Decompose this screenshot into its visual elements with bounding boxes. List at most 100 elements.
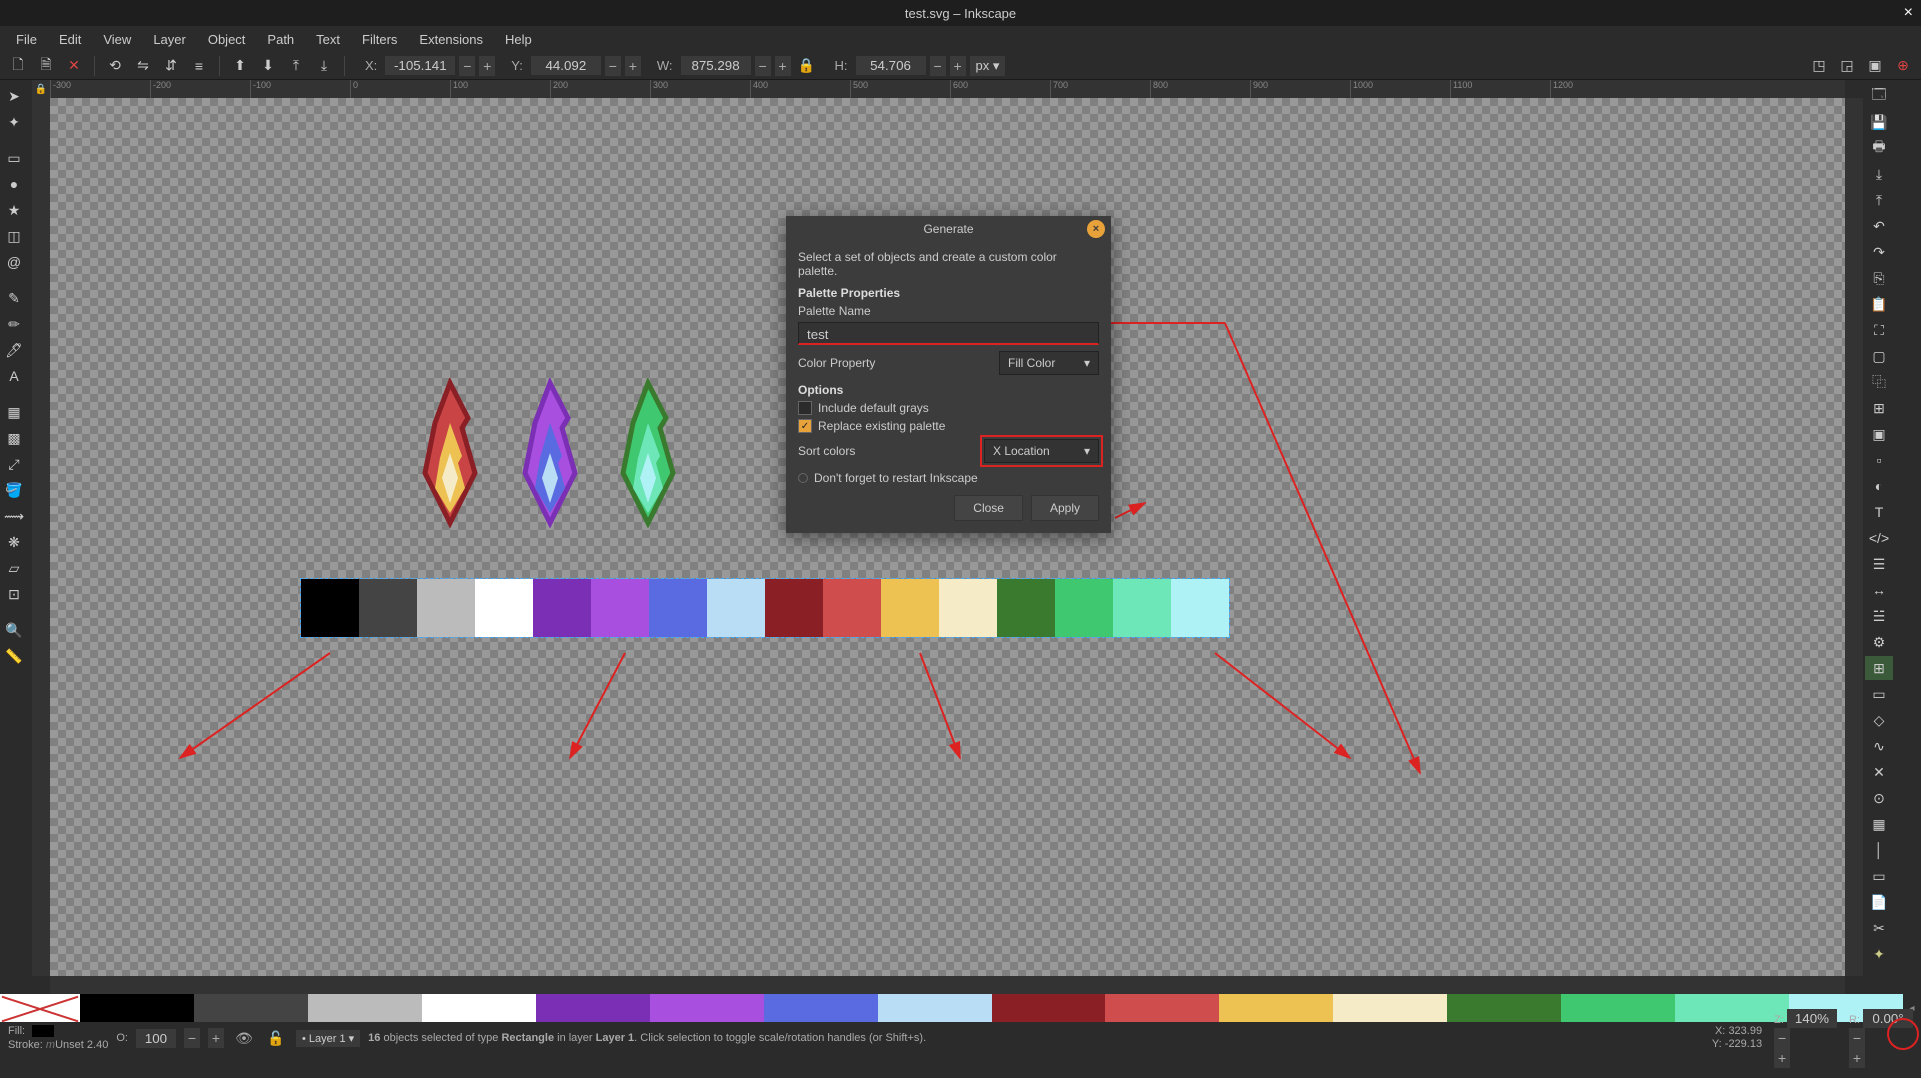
swatch[interactable] [823,579,881,637]
fill-swatch[interactable] [32,1025,54,1037]
swatch[interactable] [939,579,997,637]
snap-page-icon[interactable]: ▭ [1865,864,1893,888]
xml-icon[interactable]: </> [1865,526,1893,550]
print-icon[interactable]: 🖶 [1865,136,1893,160]
swatch[interactable] [881,579,939,637]
dialog-apply-btn[interactable]: Apply [1031,495,1099,521]
swatch[interactable] [475,579,533,637]
sort-colors-select[interactable]: X Location▾ [984,439,1099,463]
text-tool-icon[interactable]: A [0,364,28,388]
units-select[interactable]: px ▾ [970,56,1006,76]
swatch[interactable] [1171,579,1229,637]
h-input[interactable] [856,56,926,75]
zoom-fit-icon[interactable]: ⛶ [1865,318,1893,342]
raise-top-icon[interactable]: ⤒ [284,54,308,78]
dialog-close-btn[interactable]: Close [954,495,1023,521]
palette-name-input[interactable] [798,322,1099,345]
menu-view[interactable]: View [93,29,141,50]
zoom-input[interactable] [1787,1009,1837,1028]
fill-stroke-icon[interactable]: ◐ [1865,474,1893,498]
snap-bbox-icon[interactable]: ▭ [1865,682,1893,706]
palette-swatch[interactable] [1447,994,1561,1022]
scrollbar-vertical[interactable] [1845,98,1863,976]
stroke-value[interactable]: Unset [55,1039,84,1051]
mesh-tool-icon[interactable]: ▩ [0,426,28,450]
group-icon[interactable]: ▣ [1865,422,1893,446]
menu-path[interactable]: Path [257,29,304,50]
corner-icon[interactable]: ◲ [1835,54,1859,78]
palette-swatch[interactable] [1561,994,1675,1022]
snap-guide-icon[interactable]: │ [1865,838,1893,862]
flip-h-icon[interactable]: ⇋ [131,54,155,78]
snap-path-icon[interactable]: ∿ [1865,734,1893,758]
zoom-plus[interactable]: + [1774,1048,1790,1068]
connector-tool-icon[interactable]: ⊡ [0,582,28,606]
snap-node-icon[interactable]: ◇ [1865,708,1893,732]
ruler-horizontal[interactable]: -300-200-1000100200300400500600700800900… [50,80,1845,98]
x-input[interactable] [385,56,455,75]
layer-lock-icon[interactable]: 🔓 [264,1026,288,1050]
duplicate-icon[interactable]: ⿻ [1865,370,1893,394]
star-tool-icon[interactable]: ★ [0,198,28,222]
rot-minus[interactable]: − [1849,1028,1865,1048]
spiral-tool-icon[interactable]: @ [0,250,28,274]
h-plus-button[interactable]: + [950,56,966,76]
lower-bottom-icon[interactable]: ⤓ [312,54,336,78]
swatch[interactable] [765,579,823,637]
window-close-button[interactable]: × [1904,4,1913,22]
layer-select[interactable]: • Layer 1 ▾ [296,1030,360,1047]
dialog-close-button[interactable]: × [1087,220,1105,238]
move-icon[interactable]: ⊕ [1891,54,1915,78]
flame-purple[interactable] [510,378,590,528]
menu-help[interactable]: Help [495,29,542,50]
menu-object[interactable]: Object [198,29,256,50]
swatch-selection[interactable] [300,578,1230,638]
y-minus-button[interactable]: − [605,56,621,76]
node-tool-icon[interactable]: ✦ [0,110,28,134]
zoom-minus[interactable]: − [1774,1028,1790,1048]
guide-lock-icon[interactable]: 🔒 [32,80,50,98]
snap-center-icon[interactable]: ⊙ [1865,786,1893,810]
scrollbar-horizontal[interactable] [50,976,1845,994]
w-plus-button[interactable]: + [775,56,791,76]
snap-enable-icon[interactable]: ⊞ [1865,656,1893,680]
selector-tool-icon[interactable]: ➤ [0,84,28,108]
color-property-select[interactable]: Fill Color▾ [999,351,1099,375]
tweak-tool-icon[interactable]: ⟿ [0,504,28,528]
palette-swatch[interactable] [308,994,422,1022]
opacity-plus[interactable]: + [208,1028,224,1048]
menu-text[interactable]: Text [306,29,350,50]
rot-plus[interactable]: + [1849,1048,1865,1068]
menu-edit[interactable]: Edit [49,29,91,50]
measure-tool-icon[interactable]: 📏 [0,644,28,668]
3dbox-tool-icon[interactable]: ◫ [0,224,28,248]
redo-icon[interactable]: ↷ [1865,240,1893,264]
menu-filters[interactable]: Filters [352,29,407,50]
import-icon[interactable]: ⤓ [1865,162,1893,186]
zoom-tool-icon[interactable]: 🔍 [0,618,28,642]
new-file-icon[interactable]: 🗋 [6,54,30,78]
palette-swatch[interactable] [194,994,308,1022]
bucket-tool-icon[interactable]: 🪣 [0,478,28,502]
palette-swatch[interactable] [536,994,650,1022]
replace-palette-checkbox[interactable]: ✓ [798,419,812,433]
raise-icon[interactable]: ⬆ [228,54,252,78]
swatch[interactable] [649,579,707,637]
swatch[interactable] [707,579,765,637]
swatch[interactable] [533,579,591,637]
paste-icon[interactable]: 📋 [1865,292,1893,316]
palette-swatch[interactable] [1333,994,1447,1022]
eraser-tool-icon[interactable]: ▱ [0,556,28,580]
close-icon[interactable]: ✕ [62,54,86,78]
swatch[interactable] [997,579,1055,637]
x-minus-button[interactable]: − [459,56,475,76]
layer-visible-icon[interactable]: 👁 [232,1026,256,1050]
scale-icon[interactable]: ▣ [1863,54,1887,78]
swatch[interactable] [417,579,475,637]
palette-swatch[interactable] [764,994,878,1022]
w-minus-button[interactable]: − [755,56,771,76]
swatch[interactable] [359,579,417,637]
misc-icon[interactable]: ✦ [1865,942,1893,966]
ungroup-icon[interactable]: ▫ [1865,448,1893,472]
rotation-input[interactable] [1863,1009,1913,1028]
